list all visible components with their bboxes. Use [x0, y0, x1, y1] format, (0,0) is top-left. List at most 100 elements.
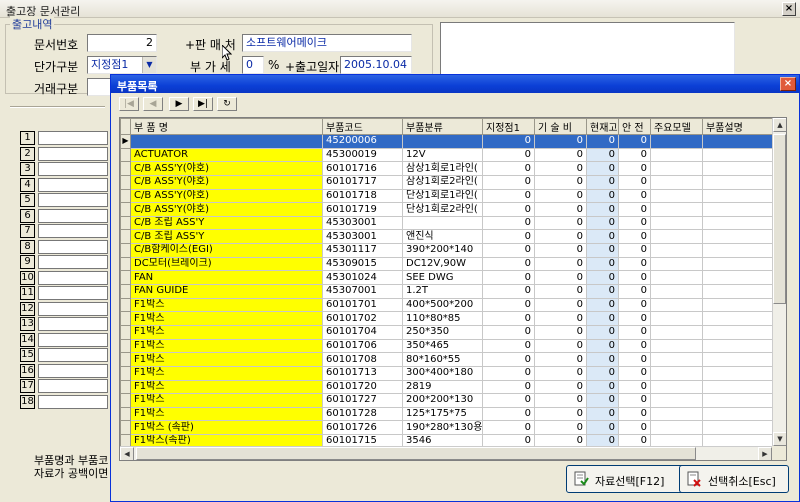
cell-safety[interactable]: 0	[618, 284, 651, 299]
cell-model[interactable]	[650, 284, 703, 299]
cell-category[interactable]	[402, 215, 483, 231]
price-type-select[interactable]: 지정점1 ▼	[87, 56, 157, 74]
cell-tech[interactable]: 0	[534, 202, 587, 217]
cell-category[interactable]: 300*400*180	[402, 365, 483, 381]
table-row[interactable]: F1박스 60101728 125*175*75 0 0 0 0	[120, 406, 773, 422]
line-item-input[interactable]	[38, 379, 108, 393]
cell-model[interactable]	[650, 161, 703, 176]
table-row[interactable]: FAN 45301024 SEE DWG 0 0 0 0	[120, 270, 773, 286]
cell-stock[interactable]: 0	[586, 188, 619, 204]
row-indicator[interactable]	[120, 365, 131, 381]
cell-price1[interactable]: 0	[482, 365, 535, 381]
cell-tech[interactable]: 0	[534, 393, 587, 408]
cell-model[interactable]	[650, 365, 703, 381]
cell-tech[interactable]: 0	[534, 270, 587, 286]
row-indicator[interactable]	[120, 161, 131, 176]
cell-code[interactable]: 60101716	[322, 161, 403, 176]
cell-category[interactable]: 400*500*200	[402, 297, 483, 313]
cell-category[interactable]	[402, 134, 483, 149]
line-item-input[interactable]	[38, 332, 108, 347]
line-item-input[interactable]	[38, 162, 108, 176]
close-icon[interactable]: ×	[780, 77, 796, 91]
cell-model[interactable]	[650, 297, 703, 313]
cell-tech[interactable]: 0	[534, 338, 587, 354]
cell-category[interactable]: 앤진식	[402, 229, 483, 245]
cell-desc[interactable]	[702, 284, 773, 299]
vat-input[interactable]: 0	[242, 56, 264, 74]
select-record-button[interactable]: 자료선택[F12]	[566, 465, 690, 493]
line-item-input[interactable]	[38, 208, 108, 223]
cell-safety[interactable]: 0	[618, 311, 651, 326]
cell-tech[interactable]: 0	[534, 324, 587, 340]
cell-model[interactable]	[650, 147, 703, 163]
cell-code[interactable]: 60101713	[322, 365, 403, 381]
cell-name[interactable]: F1박스	[130, 365, 323, 381]
cell-model[interactable]	[650, 229, 703, 245]
cell-stock[interactable]: 0	[586, 311, 619, 326]
cell-name[interactable]	[130, 134, 323, 149]
cell-price1[interactable]: 0	[482, 324, 535, 340]
cell-safety[interactable]: 0	[618, 243, 651, 258]
cell-safety[interactable]: 0	[618, 229, 651, 245]
cell-tech[interactable]: 0	[534, 311, 587, 326]
cell-model[interactable]	[650, 256, 703, 272]
cell-code[interactable]: 45300019	[322, 147, 403, 163]
table-row[interactable]: F1박스 (속판) 60101726 190*280*130용 0 0 0 0	[120, 420, 773, 436]
cell-code[interactable]: 60101717	[322, 174, 403, 190]
cell-safety[interactable]: 0	[618, 379, 651, 395]
horizontal-scroll-thumb[interactable]	[136, 447, 696, 460]
table-row[interactable]: F1박스 60101701 400*500*200 0 0 0 0	[120, 297, 773, 313]
cell-desc[interactable]	[702, 256, 773, 272]
cell-stock[interactable]: 0	[586, 406, 619, 422]
cell-category[interactable]: 단상1회로2라인(	[402, 202, 483, 217]
cell-safety[interactable]: 0	[618, 338, 651, 354]
cell-desc[interactable]	[702, 229, 773, 245]
cell-category[interactable]: 350*465	[402, 338, 483, 354]
cell-stock[interactable]: 0	[586, 270, 619, 286]
cell-stock[interactable]: 0	[586, 297, 619, 313]
scroll-left-icon[interactable]: ◀	[120, 447, 134, 460]
row-indicator[interactable]	[120, 297, 131, 313]
row-indicator[interactable]	[120, 284, 131, 299]
cell-name[interactable]: F1박스	[130, 297, 323, 313]
cell-desc[interactable]	[702, 393, 773, 408]
cell-name[interactable]: FAN	[130, 270, 323, 286]
cell-desc[interactable]	[702, 161, 773, 176]
cell-code[interactable]: 60101728	[322, 406, 403, 422]
cell-stock[interactable]: 0	[586, 174, 619, 190]
cell-model[interactable]	[650, 352, 703, 367]
cell-category[interactable]: 12V	[402, 147, 483, 163]
cell-name[interactable]: C/B ASS'Y(야호)	[130, 202, 323, 217]
row-indicator[interactable]	[120, 229, 131, 245]
last-record-icon[interactable]: ▶|	[193, 97, 213, 111]
cell-safety[interactable]: 0	[618, 188, 651, 204]
row-indicator[interactable]	[120, 270, 131, 286]
row-indicator[interactable]	[120, 188, 131, 204]
cell-safety[interactable]: 0	[618, 161, 651, 176]
cell-price1[interactable]: 0	[482, 215, 535, 231]
cell-stock[interactable]: 0	[586, 379, 619, 395]
col-header-price1[interactable]: 지정점1	[482, 118, 535, 135]
cell-price1[interactable]: 0	[482, 338, 535, 354]
cell-code[interactable]: 45307001	[322, 284, 403, 299]
cell-category[interactable]: 200*200*130	[402, 393, 483, 408]
cell-name[interactable]: DC모터(브레이크)	[130, 256, 323, 272]
row-indicator[interactable]	[120, 243, 131, 258]
cell-model[interactable]	[650, 379, 703, 395]
cell-name[interactable]: C/B 조립 ASS'Y	[130, 215, 323, 231]
row-indicator[interactable]	[120, 215, 131, 231]
cell-category[interactable]: 단상1회로1라인(	[402, 188, 483, 204]
grid-vertical-scrollbar[interactable]: ▲ ▼	[772, 118, 786, 446]
row-pointer-icon[interactable]: ▶	[120, 134, 131, 149]
cell-safety[interactable]: 0	[618, 256, 651, 272]
line-item-input[interactable]	[38, 146, 108, 161]
cell-name[interactable]: F1박스	[130, 352, 323, 367]
cell-desc[interactable]	[702, 147, 773, 163]
cell-desc[interactable]	[702, 365, 773, 381]
cell-desc[interactable]	[702, 215, 773, 231]
col-header-name[interactable]: 부 품 명	[130, 118, 323, 135]
cell-tech[interactable]: 0	[534, 297, 587, 313]
cell-code[interactable]: 60101727	[322, 393, 403, 408]
row-indicator[interactable]	[120, 202, 131, 217]
cell-tech[interactable]: 0	[534, 352, 587, 367]
